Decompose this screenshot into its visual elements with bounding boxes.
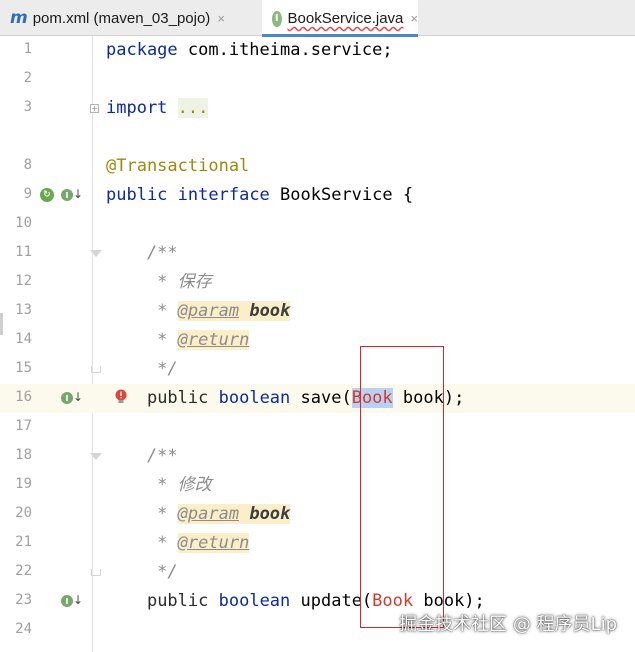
code-text: * 保存	[106, 272, 212, 292]
implemented-icon[interactable]: I	[61, 595, 73, 607]
line-number: 20	[15, 505, 32, 521]
watermark: 掘金技术社区 @ 程序员Lip	[399, 614, 617, 635]
fold-end-icon[interactable]	[91, 569, 101, 576]
implemented-icon[interactable]: I	[61, 189, 73, 201]
tab-bookservice-java[interactable]: I BookService.java ×	[262, 0, 418, 37]
code-text: * @param book	[106, 504, 291, 524]
code-text: * 修改	[106, 475, 212, 495]
code-text: @Transactional	[106, 156, 250, 176]
code-line[interactable]: 21 * @return	[0, 529, 635, 558]
code-text: * @return	[106, 330, 250, 350]
fold-expand-icon[interactable]: +	[90, 104, 99, 113]
code-line-current[interactable]: 16 I ↓ public boolean save(Book book);	[0, 384, 635, 413]
line-number: 19	[15, 476, 32, 492]
line-number: 8	[23, 157, 32, 173]
line-number: 18	[15, 447, 32, 463]
spring-bean-icon[interactable]: ↻	[40, 188, 54, 202]
code-text: /**	[106, 243, 178, 263]
code-line[interactable]: 19 * 修改	[0, 471, 635, 500]
implemented-icon[interactable]: I	[61, 392, 73, 404]
down-arrow-icon: ↓	[73, 390, 84, 404]
code-line[interactable]: 8 @Transactional	[0, 152, 635, 181]
code-line[interactable]: 1 package com.itheima.service;	[0, 36, 635, 65]
line-number: 24	[15, 621, 32, 637]
down-arrow-icon: ↓	[73, 187, 84, 201]
code-line[interactable]: 10	[0, 210, 635, 239]
interface-icon: I	[272, 10, 282, 27]
tab-label: pom.xml (maven_03_pojo)	[32, 9, 211, 27]
line-number: 17	[15, 418, 32, 434]
line-number: 12	[15, 273, 32, 289]
code-line[interactable]: 13 * @param book	[0, 297, 635, 326]
line-number: 21	[15, 534, 32, 550]
code-line[interactable]: 17	[0, 413, 635, 442]
tab-pom-xml[interactable]: m pom.xml (maven_03_pojo) ×	[10, 0, 225, 36]
tab-label: BookService.java	[287, 10, 404, 27]
code-line[interactable]: 3 + import ...	[0, 94, 635, 123]
line-number: 10	[15, 215, 32, 231]
code-text: package com.itheima.service;	[106, 40, 393, 60]
line-number: 15	[15, 360, 32, 376]
line-number: 3	[23, 99, 32, 115]
line-number: 11	[15, 244, 32, 260]
code-line[interactable]: 18 /**	[0, 442, 635, 471]
line-number: 23	[15, 592, 32, 608]
code-line[interactable]: 9 ↻ I ↓ public interface BookService {	[0, 181, 635, 210]
code-text: * @return	[106, 533, 250, 553]
fold-collapse-icon[interactable]	[90, 250, 102, 257]
code-text: */	[106, 562, 178, 582]
line-number: 22	[15, 563, 32, 579]
highlight-annotation-box	[360, 346, 444, 628]
line-number: 13	[15, 302, 32, 318]
code-line[interactable]: 15 */	[0, 355, 635, 384]
line-number: 1	[23, 41, 32, 57]
line-number: 2	[23, 70, 32, 86]
code-text: */	[106, 359, 178, 379]
line-number: 16	[15, 389, 32, 405]
code-line[interactable]: 11 /**	[0, 239, 635, 268]
code-text: /**	[106, 446, 178, 466]
code-text: import ...	[106, 98, 209, 118]
code-text: * @param book	[106, 301, 291, 321]
code-line[interactable]: 20 * @param book	[0, 500, 635, 529]
code-line[interactable]: 22 */	[0, 558, 635, 587]
close-icon[interactable]: ×	[217, 11, 225, 26]
folded-imports[interactable]: ...	[177, 98, 209, 118]
code-text: public interface BookService {	[106, 185, 414, 205]
code-line[interactable]: 14 * @return	[0, 326, 635, 355]
line-number: 9	[23, 186, 32, 202]
maven-icon: m	[10, 8, 28, 28]
close-icon[interactable]: ×	[410, 11, 418, 26]
fold-collapse-icon[interactable]	[90, 453, 102, 460]
down-arrow-icon: ↓	[73, 593, 84, 607]
editor-tab-bar: m pom.xml (maven_03_pojo) × I BookServic…	[0, 0, 635, 37]
code-line[interactable]: 12 * 保存	[0, 268, 635, 297]
code-line[interactable]: 2	[0, 65, 635, 94]
fold-end-icon[interactable]	[91, 366, 101, 373]
line-number: 14	[15, 331, 32, 347]
